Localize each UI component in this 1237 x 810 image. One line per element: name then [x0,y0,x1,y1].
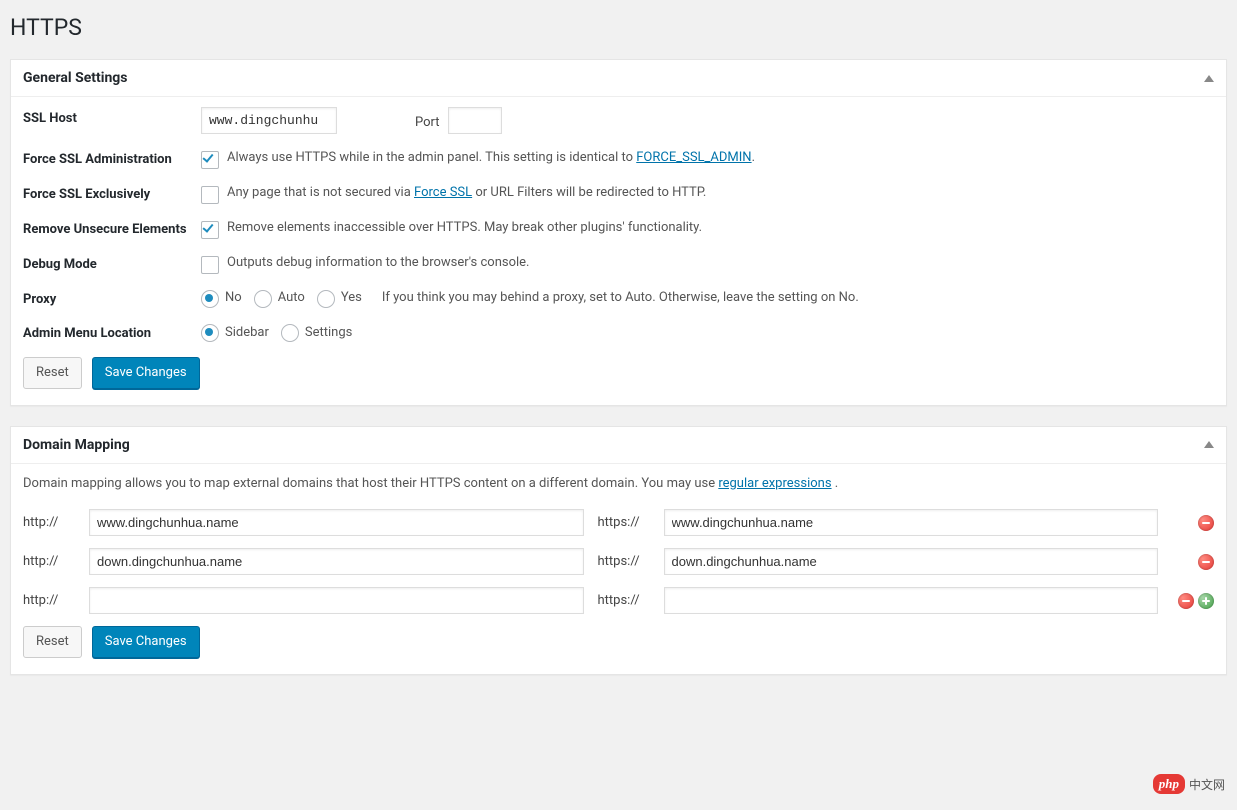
label-force-exclusively: Force SSL Exclusively [23,183,201,203]
label-port: Port [415,107,440,133]
desc-debug-mode: Outputs debug information to the browser… [227,253,530,273]
checkbox-debug-mode[interactable] [201,256,219,274]
prefix-http: http:// [23,515,79,530]
checkbox-remove-unsecure[interactable] [201,221,219,239]
prefix-https: https:// [598,593,654,608]
radio-proxy-auto[interactable] [254,290,272,308]
row-ssl-host: SSL Host Port [23,107,1214,134]
mapping-row: http:// https:// [23,587,1214,614]
link-regex[interactable]: regular expressions [718,476,831,491]
label-admin-menu-location: Admin Menu Location [23,322,201,342]
prefix-https: https:// [598,515,654,530]
link-force-ssl-admin[interactable]: FORCE_SSL_ADMIN [636,150,751,165]
row-debug-mode: Debug Mode Outputs debug information to … [23,253,1214,274]
desc-force-exclusively: Any page that is not secured via Force S… [227,183,706,203]
radio-label-proxy-auto: Auto [278,288,305,308]
row-proxy: Proxy No Auto Yes If you think you may b… [23,288,1214,308]
general-settings-heading: General Settings [23,70,128,86]
label-proxy: Proxy [23,288,201,308]
hint-proxy: If you think you may behind a proxy, set… [382,288,859,308]
mapping-http-input-2[interactable] [89,587,584,614]
domain-mapping-heading: Domain Mapping [23,437,130,453]
mapping-https-input-0[interactable] [664,509,1159,536]
label-remove-unsecure: Remove Unsecure Elements [23,218,201,238]
radio-label-proxy-yes: Yes [341,288,362,308]
remove-icon[interactable] [1198,515,1214,531]
domain-mapping-panel: Domain Mapping Domain mapping allows you… [10,426,1227,676]
ssl-host-input[interactable] [201,107,337,134]
save-changes-button[interactable]: Save Changes [92,626,200,658]
mapping-https-input-2[interactable] [664,587,1159,614]
prefix-http: http:// [23,593,79,608]
radio-label-adminloc-settings: Settings [305,323,352,343]
page-title: HTTPS [10,14,1227,41]
label-force-admin: Force SSL Administration [23,148,201,168]
watermark-badge: php [1153,774,1185,794]
prefix-http: http:// [23,554,79,569]
label-debug-mode: Debug Mode [23,253,201,273]
panel-header-mapping[interactable]: Domain Mapping [11,427,1226,464]
row-admin-menu-location: Admin Menu Location Sidebar Settings [23,322,1214,342]
desc-remove-unsecure: Remove elements inaccessible over HTTPS.… [227,218,702,238]
save-changes-button[interactable]: Save Changes [92,357,200,389]
add-icon[interactable] [1198,593,1214,609]
desc-force-admin: Always use HTTPS while in the admin pane… [227,148,755,168]
remove-icon[interactable] [1178,593,1194,609]
collapse-icon[interactable] [1204,441,1214,448]
watermark: php 中文网 [1153,774,1225,794]
link-force-ssl[interactable]: Force SSL [414,185,472,200]
checkbox-force-admin[interactable] [201,151,219,169]
radio-proxy-yes[interactable] [317,290,335,308]
remove-icon[interactable] [1198,554,1214,570]
checkbox-force-exclusively[interactable] [201,186,219,204]
reset-button[interactable]: Reset [23,626,82,658]
watermark-text: 中文网 [1189,776,1225,793]
mapping-description: Domain mapping allows you to map externa… [23,474,1214,494]
row-remove-unsecure: Remove Unsecure Elements Remove elements… [23,218,1214,239]
label-ssl-host: SSL Host [23,107,201,127]
prefix-https: https:// [598,554,654,569]
mapping-row: http:// https:// [23,509,1214,536]
radio-label-adminloc-sidebar: Sidebar [225,323,269,343]
mapping-http-input-0[interactable] [89,509,584,536]
radio-proxy-no[interactable] [201,290,219,308]
collapse-icon[interactable] [1204,75,1214,82]
radio-adminloc-sidebar[interactable] [201,324,219,342]
radio-label-proxy-no: No [225,288,242,308]
mapping-row: http:// https:// [23,548,1214,575]
reset-button[interactable]: Reset [23,357,82,389]
port-input[interactable] [448,107,502,134]
mapping-http-input-1[interactable] [89,548,584,575]
radio-adminloc-settings[interactable] [281,324,299,342]
mapping-https-input-1[interactable] [664,548,1159,575]
general-settings-panel: General Settings SSL Host Port Force SSL… [10,59,1227,406]
row-force-exclusively: Force SSL Exclusively Any page that is n… [23,183,1214,204]
row-force-admin: Force SSL Administration Always use HTTP… [23,148,1214,169]
panel-header-general[interactable]: General Settings [11,60,1226,97]
